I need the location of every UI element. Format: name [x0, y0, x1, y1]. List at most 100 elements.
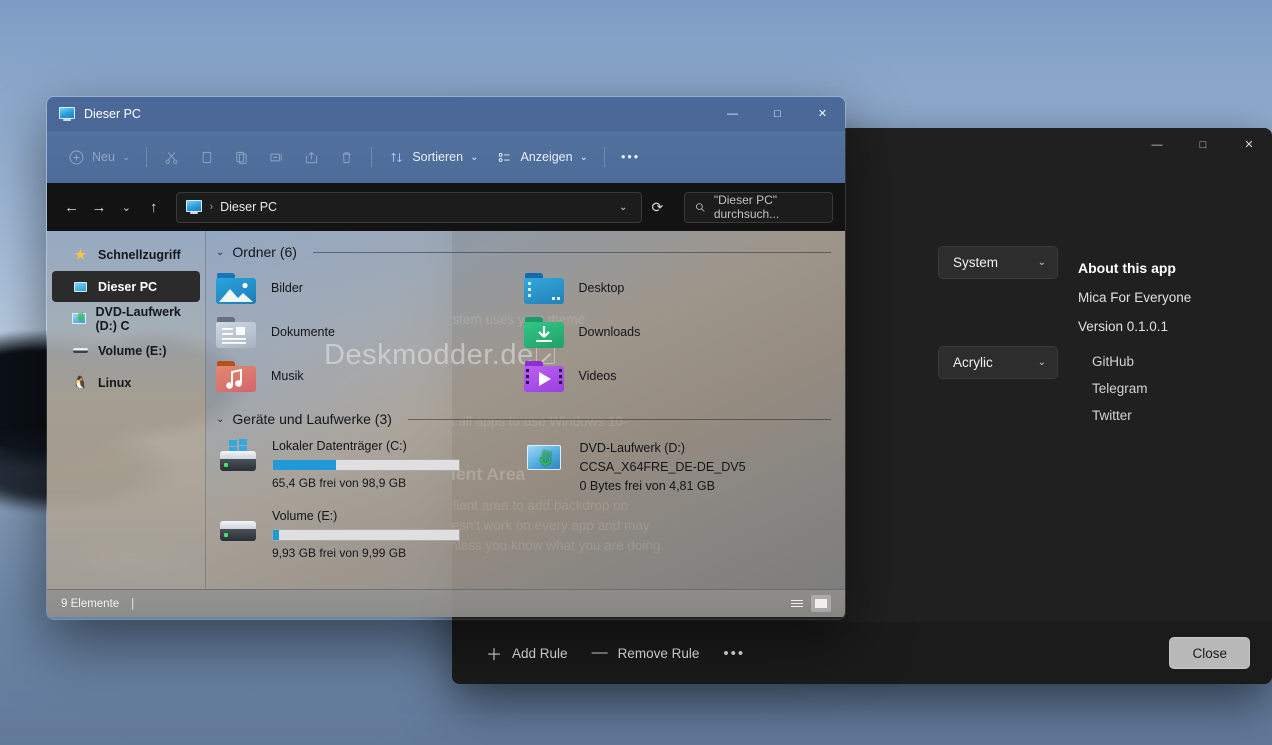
drive-free-text: 65,4 GB frei von 98,9 GB	[272, 476, 524, 490]
backdrop-dropdown[interactable]: Acrylic ⌄	[938, 346, 1058, 379]
folder-item-desktop[interactable]: Desktop	[524, 266, 832, 310]
mica-close-dialog-button[interactable]: Close	[1169, 637, 1250, 669]
large-icons-view-icon[interactable]	[811, 595, 831, 612]
search-input[interactable]: "Dieser PC" durchsuch...	[684, 192, 833, 223]
mica-maximize-button[interactable]: □	[1180, 128, 1226, 162]
chevron-down-icon: ⌄	[216, 414, 224, 425]
sort-button[interactable]: Sortieren ⌄	[379, 142, 487, 173]
file-explorer-window[interactable]: Dieser PC — □ ✕ Neu ⌄	[46, 96, 846, 620]
sidebar-item-label: DVD-Laufwerk (D:) C	[95, 305, 200, 333]
new-button[interactable]: Neu ⌄	[59, 142, 139, 173]
mica-window-controls: — □ ✕	[1134, 128, 1272, 162]
toolbar-separator	[146, 147, 147, 167]
refresh-button[interactable]: ⟳	[644, 199, 670, 216]
arrow-left-icon: ←	[64, 199, 79, 216]
drives-group-header[interactable]: ⌄ Geräte und Laufwerke (3)	[216, 411, 831, 427]
drive-free-text: 9,93 GB frei von 9,99 GB	[272, 546, 524, 560]
about-panel: About this app Mica For Everyone Version…	[1078, 260, 1238, 429]
delete-button[interactable]	[329, 142, 364, 173]
videos-folder-icon	[524, 359, 566, 393]
forward-button[interactable]: →	[86, 192, 111, 222]
sidebar-item-label: Linux	[98, 376, 131, 390]
desktop-wallpaper: — □ ✕ System ⌄ rs, System uses your them…	[0, 0, 1272, 745]
rename-button[interactable]	[259, 142, 294, 173]
explorer-more-button[interactable]: •••	[612, 143, 649, 171]
explorer-maximize-button[interactable]: □	[755, 97, 800, 131]
chevron-down-icon: ⌄	[122, 152, 130, 163]
close-icon: ✕	[818, 109, 827, 120]
add-rule-label: Add Rule	[512, 646, 568, 661]
pictures-folder-icon	[216, 271, 258, 305]
breadcrumb-current[interactable]: Dieser PC	[220, 200, 277, 214]
about-link-telegram[interactable]: Telegram	[1078, 375, 1238, 402]
folders-group-header[interactable]: ⌄ Ordner (6)	[216, 244, 831, 260]
folder-item-musik[interactable]: Musik	[216, 354, 524, 398]
folder-item-videos[interactable]: Videos	[524, 354, 832, 398]
sidebar-item-schnellzugriff[interactable]: ★ Schnellzugriff	[52, 239, 200, 270]
folder-item-bilder[interactable]: Bilder	[216, 266, 524, 310]
mica-more-button[interactable]: •••	[711, 638, 757, 669]
sidebar-item-dvd-laufwerk[interactable]: ⤋ DVD-Laufwerk (D:) C	[52, 303, 200, 334]
folder-item-downloads[interactable]: Downloads	[524, 310, 832, 354]
drive-item-dvd[interactable]: ⤋ DVD-Laufwerk (D:) CCSA_X64FRE_DE-DE_DV…	[524, 433, 832, 503]
address-dropdown-button[interactable]: ⌄	[611, 202, 635, 213]
folder-label: Videos	[579, 369, 617, 383]
details-view-icon[interactable]	[787, 595, 807, 612]
sidebar-item-volume-e[interactable]: Volume (E:)	[52, 335, 200, 366]
copy-button[interactable]	[189, 142, 224, 173]
view-button-label: Anzeigen	[520, 150, 572, 164]
drive-usage-fill	[273, 460, 336, 470]
about-app-name: Mica For Everyone	[1078, 290, 1238, 305]
search-icon	[695, 201, 706, 214]
folder-label: Downloads	[579, 325, 641, 339]
cut-button[interactable]	[154, 142, 189, 173]
about-link-github[interactable]: GitHub	[1078, 348, 1238, 375]
explorer-titlebar[interactable]: Dieser PC — □ ✕	[47, 97, 845, 131]
up-button[interactable]: ↑	[141, 192, 166, 222]
this-pc-icon	[72, 282, 89, 292]
backdrop-dropdown-value: Acrylic	[953, 355, 993, 370]
chevron-down-icon: ⌄	[1038, 357, 1046, 368]
address-input[interactable]: › Dieser PC ⌄	[176, 192, 642, 223]
folders-group-title: Ordner (6)	[232, 244, 297, 260]
rename-icon	[268, 149, 285, 166]
breadcrumb-separator: ›	[209, 201, 213, 213]
back-button[interactable]: ←	[59, 192, 84, 222]
add-rule-button[interactable]: ＋ Add Rule	[474, 634, 580, 672]
linux-penguin-icon: 🐧	[72, 375, 89, 391]
explorer-main-area: ★ Schnellzugriff Dieser PC ⤋ DVD-Lauf	[47, 231, 845, 589]
minimize-icon: —	[1152, 140, 1163, 151]
mica-close-button[interactable]: ✕	[1226, 128, 1272, 162]
chevron-down-icon: ⌄	[216, 247, 224, 258]
folder-item-dokumente[interactable]: Dokumente	[216, 310, 524, 354]
copy-icon	[198, 149, 215, 166]
view-button[interactable]: Anzeigen ⌄	[487, 142, 597, 173]
chevron-down-icon: ⌄	[122, 201, 131, 214]
arrow-right-icon: →	[92, 199, 107, 216]
explorer-close-button[interactable]: ✕	[800, 97, 845, 131]
about-link-twitter[interactable]: Twitter	[1078, 402, 1238, 429]
paste-icon	[233, 149, 250, 166]
chevron-down-icon: ⌄	[470, 152, 478, 163]
remove-rule-label: Remove Rule	[618, 646, 700, 661]
explorer-window-title: Dieser PC	[84, 107, 141, 121]
drive-item-c[interactable]: Lokaler Datenträger (C:) 65,4 GB frei vo…	[216, 433, 524, 503]
theme-dropdown[interactable]: System ⌄	[938, 246, 1058, 279]
sidebar-item-dieser-pc[interactable]: Dieser PC	[52, 271, 200, 302]
chevron-down-icon: ⌄	[1038, 257, 1046, 268]
paste-button[interactable]	[224, 142, 259, 173]
recent-locations-button[interactable]: ⌄	[114, 192, 139, 222]
remove-rule-button[interactable]: — Remove Rule	[580, 637, 712, 669]
mica-minimize-button[interactable]: —	[1134, 128, 1180, 162]
mica-footer-toolbar: ＋ Add Rule — Remove Rule ••• Close	[452, 622, 1272, 684]
dvd-drive-icon: ⤋	[524, 439, 568, 475]
sidebar-item-linux[interactable]: 🐧 Linux	[52, 367, 200, 398]
desktop-folder-icon	[524, 271, 566, 305]
star-icon: ★	[72, 247, 89, 263]
theme-dropdown-row: System ⌄	[938, 246, 1058, 279]
drive-item-e[interactable]: Volume (E:) 9,93 GB frei von 9,99 GB	[216, 503, 524, 568]
drives-grid: Lokaler Datenträger (C:) 65,4 GB frei vo…	[216, 433, 831, 568]
share-button[interactable]	[294, 142, 329, 173]
explorer-minimize-button[interactable]: —	[710, 97, 755, 131]
explorer-file-list: Deskmodder.de ⌄ Ordner (6)	[206, 231, 845, 589]
